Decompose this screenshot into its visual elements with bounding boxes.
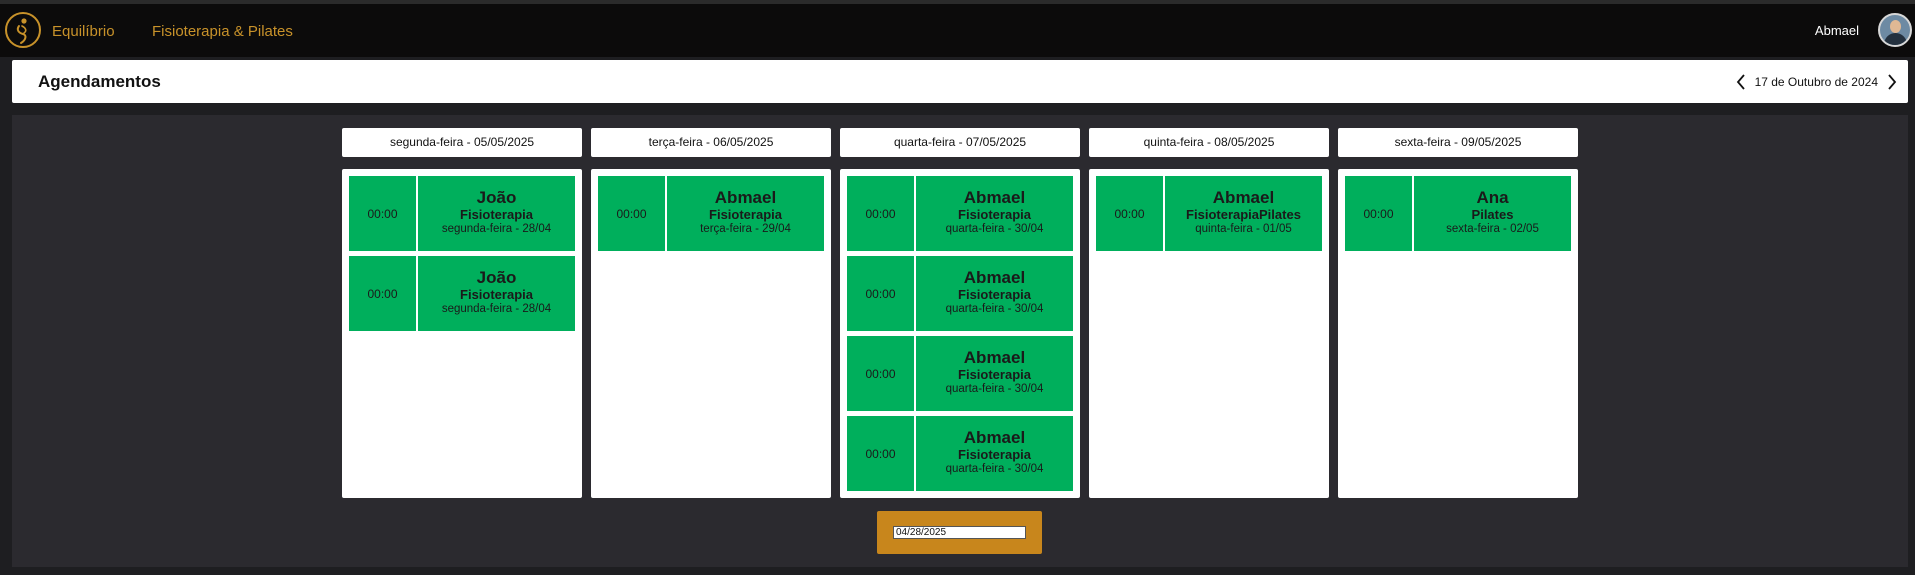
- user-name[interactable]: Abmael: [1815, 23, 1859, 38]
- page-title: Agendamentos: [38, 72, 161, 91]
- appointment-card[interactable]: 00:00 Abmael Fisioterapia quarta-feira -…: [847, 176, 1073, 251]
- appointment-origin-date: quarta-feira - 30/04: [945, 383, 1044, 395]
- nav-link-fisioterapia-pilates[interactable]: Fisioterapia & Pilates: [152, 23, 293, 40]
- date-navigator: 17 de Outubro de 2024: [1733, 60, 1900, 103]
- appointment-time: 00:00: [1096, 176, 1163, 251]
- appointment-card[interactable]: 00:00 Abmael Fisioterapia quarta-feira -…: [847, 336, 1073, 411]
- appointment-origin-date: segunda-feira - 28/04: [441, 303, 552, 315]
- day-header: quinta-feira - 08/05/2025: [1089, 128, 1329, 157]
- appointment-origin-date: quarta-feira - 30/04: [945, 463, 1044, 475]
- page-header: Agendamentos 17 de Outubro de 2024: [12, 60, 1908, 103]
- appointment-card[interactable]: 00:00 Abmael FisioterapiaPilates quinta-…: [1096, 176, 1322, 251]
- appointment-time: 00:00: [847, 176, 914, 251]
- appointment-service: Fisioterapia: [958, 287, 1031, 302]
- appointment-service: Fisioterapia: [460, 287, 533, 302]
- date-input[interactable]: [893, 526, 1026, 539]
- chevron-right-icon[interactable]: [1884, 72, 1900, 92]
- day-header: terça-feira - 06/05/2025: [591, 128, 831, 157]
- day-column: 00:00 Abmael FisioterapiaPilates quinta-…: [1089, 169, 1329, 498]
- appointment-time: 00:00: [598, 176, 665, 251]
- appointment-service: Fisioterapia: [958, 447, 1031, 462]
- appointment-origin-date: terça-feira - 29/04: [700, 223, 791, 235]
- appointment-patient: Abmael: [963, 268, 1026, 287]
- appointment-service: Fisioterapia: [709, 207, 782, 222]
- appointment-patient: Abmael: [1212, 188, 1275, 207]
- navbar: Equilíbrio Fisioterapia & Pilates Abmael: [0, 4, 1915, 57]
- appointment-origin-date: sexta-feira - 02/05: [1446, 223, 1539, 235]
- appointment-service: Pilates: [1471, 207, 1514, 222]
- appointment-origin-date: segunda-feira - 28/04: [441, 223, 552, 235]
- day-column: 00:00 Abmael Fisioterapia quarta-feira -…: [840, 169, 1080, 498]
- appointment-service: Fisioterapia: [958, 207, 1031, 222]
- avatar[interactable]: [1878, 13, 1912, 47]
- day-column: 00:00 João Fisioterapia segunda-feira - …: [342, 169, 582, 498]
- appointment-time: 00:00: [349, 176, 416, 251]
- appointment-time: 00:00: [847, 256, 914, 331]
- day-column: 00:00 Abmael Fisioterapia terça-feira - …: [591, 169, 831, 498]
- appointment-patient: Abmael: [714, 188, 777, 207]
- current-date-label: 17 de Outubro de 2024: [1754, 74, 1878, 89]
- appointment-time: 00:00: [349, 256, 416, 331]
- appointment-time: 00:00: [847, 416, 914, 491]
- day-header: segunda-feira - 05/05/2025: [342, 128, 582, 157]
- appointment-card[interactable]: 00:00 Ana Pilates sexta-feira - 02/05: [1345, 176, 1571, 251]
- date-picker-box: [877, 511, 1042, 554]
- nav-brand-link[interactable]: Equilíbrio: [52, 23, 115, 40]
- appointment-patient: Abmael: [963, 348, 1026, 367]
- appointment-time: 00:00: [1345, 176, 1412, 251]
- appointment-card[interactable]: 00:00 Abmael Fisioterapia quarta-feira -…: [847, 256, 1073, 331]
- logo-icon[interactable]: [5, 12, 41, 48]
- appointment-service: Fisioterapia: [460, 207, 533, 222]
- appointment-time: 00:00: [847, 336, 914, 411]
- appointment-patient: Abmael: [963, 428, 1026, 447]
- chevron-left-icon[interactable]: [1733, 72, 1749, 92]
- appointment-origin-date: quarta-feira - 30/04: [945, 303, 1044, 315]
- appointment-patient: Ana: [1476, 188, 1509, 207]
- appointment-card[interactable]: 00:00 João Fisioterapia segunda-feira - …: [349, 256, 575, 331]
- day-header: quarta-feira - 07/05/2025: [840, 128, 1080, 157]
- appointment-patient: Abmael: [963, 188, 1026, 207]
- appointment-service: FisioterapiaPilates: [1186, 207, 1301, 222]
- day-header: sexta-feira - 09/05/2025: [1338, 128, 1578, 157]
- day-column: 00:00 Ana Pilates sexta-feira - 02/05: [1338, 169, 1578, 498]
- appointment-service: Fisioterapia: [958, 367, 1031, 382]
- appointment-card[interactable]: 00:00 João Fisioterapia segunda-feira - …: [349, 176, 575, 251]
- appointment-origin-date: quarta-feira - 30/04: [945, 223, 1044, 235]
- appointment-origin-date: quinta-feira - 01/05: [1195, 223, 1292, 235]
- appointment-card[interactable]: 00:00 Abmael Fisioterapia quarta-feira -…: [847, 416, 1073, 491]
- appointment-patient: João: [476, 188, 517, 207]
- appointment-card[interactable]: 00:00 Abmael Fisioterapia terça-feira - …: [598, 176, 824, 251]
- appointment-patient: João: [476, 268, 517, 287]
